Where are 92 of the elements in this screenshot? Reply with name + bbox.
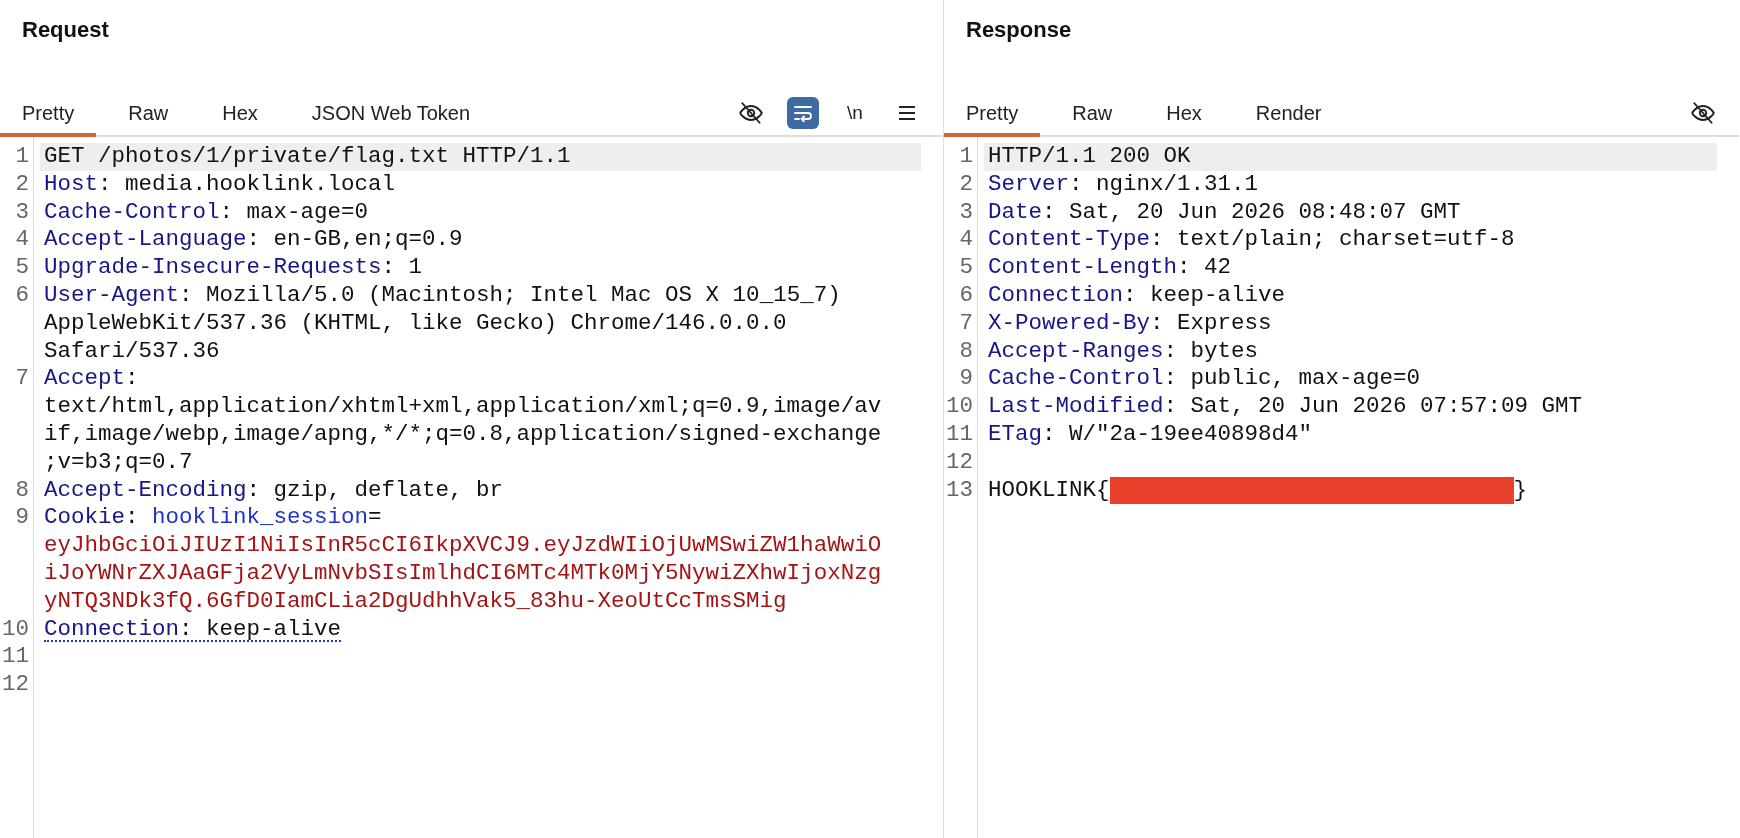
line-number: 10 <box>946 393 974 421</box>
line-number: 12 <box>2 671 30 699</box>
line-number: 9 <box>959 365 974 394</box>
code-text: : 42 <box>1177 254 1232 281</box>
code-text: : gzip, deflate, br <box>246 476 504 503</box>
code-text: : bytes <box>1163 337 1259 364</box>
line-number: 2 <box>959 170 974 199</box>
code-text: } <box>1513 476 1528 503</box>
hidden-eye-icon <box>1690 99 1716 126</box>
line-number: 5 <box>15 254 30 282</box>
code-text: : Sat, 20 Jun 2026 07:57:09 GMT <box>1163 393 1583 420</box>
line-number: 3 <box>959 198 974 227</box>
header-name: Server <box>988 170 1069 197</box>
view-tab[interactable]: Pretty <box>944 90 1041 137</box>
header-name: Accept-Language <box>44 226 247 253</box>
menu-icon <box>898 104 916 121</box>
line-number: 11 <box>946 420 974 449</box>
newline-toggle[interactable]: \n <box>839 96 871 129</box>
code-text: : public, max-age=0 <box>1163 365 1421 392</box>
wrap-lines-icon <box>793 103 813 122</box>
header-name: User-Agent <box>44 282 180 308</box>
line-number: 10 <box>2 615 30 644</box>
line-number: 1 <box>959 143 974 171</box>
line-number: 1 <box>15 143 30 171</box>
line-number: 9 <box>15 504 30 533</box>
code-text: GET /photos/1/private/flag.txt HTTP/1.1 <box>44 143 571 169</box>
header-name: Cookie <box>44 504 125 531</box>
flagged-text: Connection: keep-alive <box>44 615 342 642</box>
code-text: : en-GB,en;q=0.9 <box>246 226 463 253</box>
view-tab[interactable]: Render <box>1233 90 1344 137</box>
code-text: : <box>125 365 139 392</box>
code-text: Safari/537.36 <box>44 337 220 364</box>
code-text: ;v=b3;q=0.7 <box>44 448 193 475</box>
code-text: : Sat, 20 Jun 2026 08:48:07 GMT <box>1042 198 1461 225</box>
header-name: Cache-Control <box>44 198 220 225</box>
header-name: Accept <box>44 365 125 392</box>
header-name: X-Powered-By <box>988 309 1151 336</box>
view-tab[interactable]: Raw <box>106 90 191 137</box>
header-name: ETag <box>988 420 1042 447</box>
code-text: : media.hooklink.local <box>98 170 396 197</box>
code-text: : Express <box>1150 309 1272 336</box>
code-text: : W/"2a-19ee40898d4" <box>1042 420 1313 447</box>
header-name: Content-Length <box>988 254 1178 281</box>
code-text: : nginx/1.31.1 <box>1069 170 1259 197</box>
code-text: : Mozilla/5.0 (Macintosh; Intel Mac OS X 10_15_7) <box>179 282 841 308</box>
cookie-name: hooklink_session <box>152 504 369 531</box>
line-number: 4 <box>959 226 974 255</box>
header-name: Cache-Control <box>988 365 1164 392</box>
header-name: Date <box>988 198 1042 225</box>
code-text: HTTP/1.1 200 OK <box>988 143 1191 169</box>
line-number: 6 <box>959 282 974 310</box>
cookie-value: yNTQ3NDk3fQ.6GfD0IamCLia2DgUdhhVak5_83hu-XeoUtCcTmsSMig <box>44 587 787 614</box>
pane-title: Response <box>965 16 1072 44</box>
view-tab[interactable]: JSON Web Token <box>289 90 493 137</box>
hidden-eye-icon <box>738 99 764 126</box>
view-tab[interactable]: Raw <box>1050 90 1135 137</box>
pane-title: Request <box>21 16 109 44</box>
header-name: Upgrade-Insecure-Requests <box>44 254 382 281</box>
line-number: 7 <box>15 365 30 394</box>
line-number: 13 <box>946 476 974 505</box>
cookie-value: iJoYWNrZXJAaGFja2VyLmNvbSIsImlhdCI6MTc4MTk0MjY5NywiZXhwIjoxNzg <box>44 559 882 586</box>
header-name: Host <box>44 170 98 197</box>
line-number: 4 <box>15 226 30 255</box>
header-name: Connection <box>988 282 1124 308</box>
code-text: if,image/webp,image/apng,*/*;q=0.8,application/signed-exchange <box>44 420 882 447</box>
view-tab[interactable]: Hex <box>200 90 280 137</box>
line-number: 7 <box>959 309 974 338</box>
code-text: : max-age=0 <box>219 198 369 225</box>
code-text: = <box>368 504 382 531</box>
code-text: text/html,application/xhtml+xml,application/xml;q=0.9,image/av <box>44 393 882 420</box>
cookie-value: eyJhbGciOiJIUzI1NiIsInR5cCI6IkpXVCJ9.eyJzdWIiOjUwMSwiZW1haWwiO <box>44 532 882 559</box>
line-number: 3 <box>15 198 30 227</box>
header-name: Content-Type <box>988 226 1151 253</box>
line-number: 8 <box>15 476 30 505</box>
code-text: HOOKLINK{ <box>988 476 1110 503</box>
line-number: 8 <box>959 337 974 366</box>
line-number: 11 <box>2 643 30 672</box>
line-number: 5 <box>959 254 974 282</box>
view-tab[interactable]: Pretty <box>0 90 97 137</box>
header-name: Accept-Ranges <box>988 337 1164 364</box>
line-number: 2 <box>15 170 30 199</box>
code-text: : text/plain; charset=utf-8 <box>1150 226 1515 253</box>
code-text: : <box>125 504 140 531</box>
line-number: 6 <box>15 282 30 310</box>
code-text: : 1 <box>381 254 423 281</box>
line-number: 12 <box>946 448 974 477</box>
code-text: AppleWebKit/537.36 (KHTML, like Gecko) Chrome/146.0.0.0 <box>44 309 787 336</box>
header-name: Accept-Encoding <box>44 476 247 503</box>
code-text: : keep-alive <box>1123 282 1286 308</box>
wrap-lines-button[interactable] <box>787 96 819 129</box>
view-tab[interactable]: Hex <box>1144 90 1224 137</box>
header-name: Last-Modified <box>988 393 1164 420</box>
